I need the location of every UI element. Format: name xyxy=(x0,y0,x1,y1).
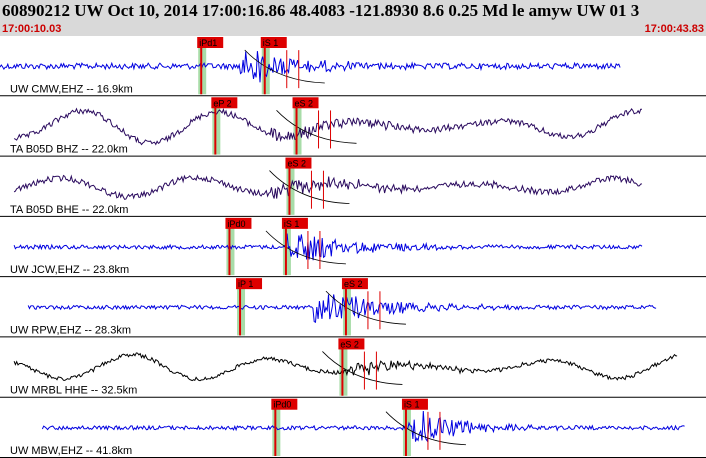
station-label: UW CMW,EHZ -- 16.9km xyxy=(10,83,133,95)
station-label: UW MRBL HHE -- 32.5km xyxy=(10,385,137,397)
pick-label: eS 2 xyxy=(344,279,363,289)
waveform-line xyxy=(13,233,643,261)
pick-label: iS 1 xyxy=(284,219,300,229)
trace-row[interactable]: iPd1 iS 1 UW CMW,EHZ -- 16.9km xyxy=(0,37,706,97)
pick-label: iP 1 xyxy=(238,279,253,289)
trace-row[interactable]: eS 2 UW MRBL HHE -- 32.5km xyxy=(0,338,706,398)
pick-label: iPd0 xyxy=(227,219,245,229)
pick-label: eS 2 xyxy=(295,98,314,108)
pick-label: iS 1 xyxy=(263,38,279,48)
event-title: 60890212 UW Oct 10, 2014 17:00:16.86 48.… xyxy=(2,1,640,20)
station-label: UW RPW,EHZ -- 28.3km xyxy=(10,324,131,336)
trace-row[interactable]: eP 2 eS 2 TA B05D BHZ -- 22.0km xyxy=(0,97,706,157)
pick-label: iS 1 xyxy=(404,400,420,410)
start-time-label: 17:00:10.03 xyxy=(2,23,62,35)
event-header: 60890212 UW Oct 10, 2014 17:00:16.86 48.… xyxy=(0,0,706,36)
station-label: UW MBW,EHZ -- 41.8km xyxy=(10,445,132,457)
station-label: TA B05D BHZ -- 22.0km xyxy=(10,144,128,156)
station-label: TA B05D BHE -- 22.0km xyxy=(10,204,128,216)
pick-label: eS 2 xyxy=(287,159,306,169)
pick-label: eS 2 xyxy=(340,339,359,349)
waveform-line xyxy=(41,410,685,443)
seismogram-plot[interactable]: iPd1 iS 1 UW CMW,EHZ -- 16.9km eP 2 eS 2 TA B… xyxy=(0,36,706,458)
pick-label: iPd1 xyxy=(199,38,217,48)
waveform-line xyxy=(27,294,657,323)
waveform-line xyxy=(0,51,621,83)
pick-label: eP 2 xyxy=(213,98,231,108)
trace-row[interactable]: iPd0 iS 1 UW MBW,EHZ -- 41.8km xyxy=(0,398,706,458)
trace-row[interactable]: iP 1 eS 2 UW RPW,EHZ -- 28.3km xyxy=(0,278,706,338)
trace-row[interactable]: iPd0 iS 1 UW JCW,EHZ -- 23.8km xyxy=(0,217,706,278)
trace-row[interactable]: eS 2 TA B05D BHE -- 22.0km xyxy=(0,157,706,217)
end-time-label: 17:00:43.83 xyxy=(644,23,704,35)
waveform-line xyxy=(13,174,643,200)
station-label: UW JCW,EHZ -- 23.8km xyxy=(10,264,129,276)
pick-label: iPd0 xyxy=(273,400,291,410)
